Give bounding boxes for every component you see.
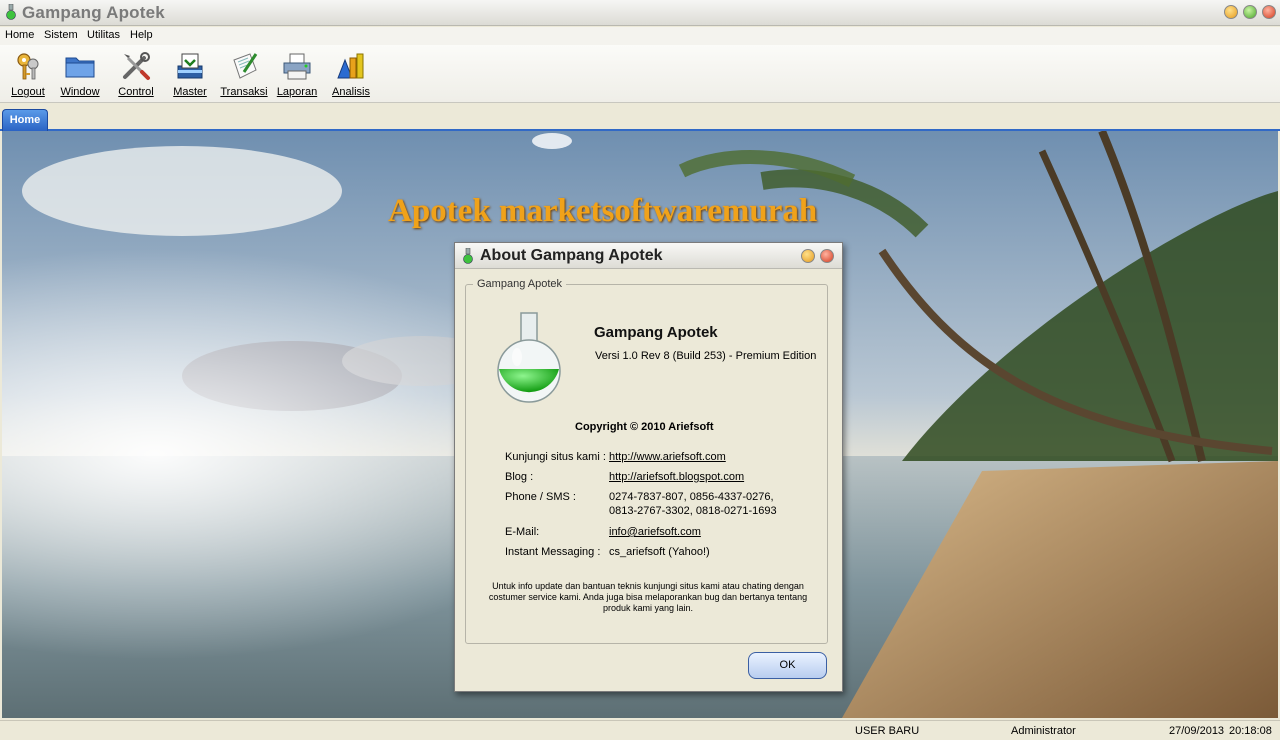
menu-bar: Home Sistem Utilitas Help [0, 27, 1280, 45]
tab-strip: Home [0, 103, 1280, 131]
flask-icon [497, 312, 561, 403]
status-time: 20:18:08 [1229, 725, 1272, 737]
maximize-button[interactable] [1243, 5, 1257, 19]
banner-text: Apotek marketsoftwaremurah [388, 193, 818, 229]
tools-icon [123, 52, 150, 80]
toolbar: Logout Window Control Master Transaksi L… [0, 45, 1280, 103]
menu-help[interactable]: Help [130, 29, 153, 41]
info-note: Untuk info update dan bantuan teknis kun… [488, 581, 808, 613]
version-text: Versi 1.0 Rev 8 (Build 253) - Premium Ed… [595, 350, 817, 362]
master-button[interactable]: Master [170, 48, 210, 100]
website-link[interactable]: http://www.ariefsoft.com [609, 451, 726, 463]
window-titlebar: Gampang Apotek [0, 0, 1280, 26]
printer-icon [283, 53, 311, 80]
chart-icon [337, 53, 364, 79]
im-value: cs_ariefsoft (Yahoo!) [609, 546, 710, 558]
close-button[interactable] [1262, 5, 1276, 19]
transaksi-button[interactable]: Transaksi [219, 48, 269, 100]
keys-icon [17, 53, 39, 80]
user-status: USER BARU [855, 725, 920, 737]
dialog-title: About Gampang Apotek [480, 247, 663, 264]
status-date: 27/09/2013 [1169, 725, 1225, 737]
dialog-minimize-button[interactable] [801, 249, 815, 263]
blog-label: Blog : [505, 471, 534, 483]
phone-label: Phone / SMS : [505, 491, 576, 503]
dialog-titlebar: About Gampang Apotek [455, 243, 842, 269]
flask-icon [463, 248, 473, 264]
phone-line-2: 0813-2767-3302, 0818-0271-1693 [609, 505, 777, 517]
email-link[interactable]: info@ariefsoft.com [609, 526, 701, 538]
flask-icon [6, 4, 16, 20]
tab-home[interactable]: Home [2, 109, 48, 131]
status-bar: USER BARU Administrator 27/09/2013 20:18… [0, 720, 1280, 740]
user-role: Administrator [1011, 725, 1076, 737]
im-label: Instant Messaging : [505, 546, 601, 558]
email-label: E-Mail: [505, 526, 540, 538]
laporan-button[interactable]: Laporan [276, 48, 318, 100]
copyright-text: Copyright © 2010 Ariefsoft [575, 421, 714, 433]
menu-utilitas[interactable]: Utilitas [87, 29, 120, 41]
blog-link[interactable]: http://ariefsoft.blogspot.com [609, 471, 744, 483]
analisis-button[interactable]: Analisis [330, 48, 372, 100]
menu-home[interactable]: Home [5, 29, 34, 41]
control-button[interactable]: Control [115, 48, 157, 100]
window-button[interactable]: Window [58, 48, 102, 100]
groupbox-label: Gampang Apotek [473, 278, 567, 290]
dialog-close-button[interactable] [820, 249, 834, 263]
minimize-button[interactable] [1224, 5, 1238, 19]
folder-icon [65, 57, 95, 78]
notepad-icon [233, 53, 258, 79]
about-dialog: About Gampang Apotek Gampang Apotek Gamp… [454, 242, 843, 692]
window-title: Gampang Apotek [22, 3, 165, 22]
inbox-icon [177, 53, 203, 79]
logout-button[interactable]: Logout [8, 48, 48, 100]
menu-sistem[interactable]: Sistem [44, 29, 78, 41]
ok-button[interactable]: OK [748, 652, 827, 679]
phone-line-1: 0274-7837-807, 0856-4337-0276, [609, 491, 774, 503]
website-label: Kunjungi situs kami : [505, 451, 606, 463]
product-name: Gampang Apotek [594, 324, 718, 341]
